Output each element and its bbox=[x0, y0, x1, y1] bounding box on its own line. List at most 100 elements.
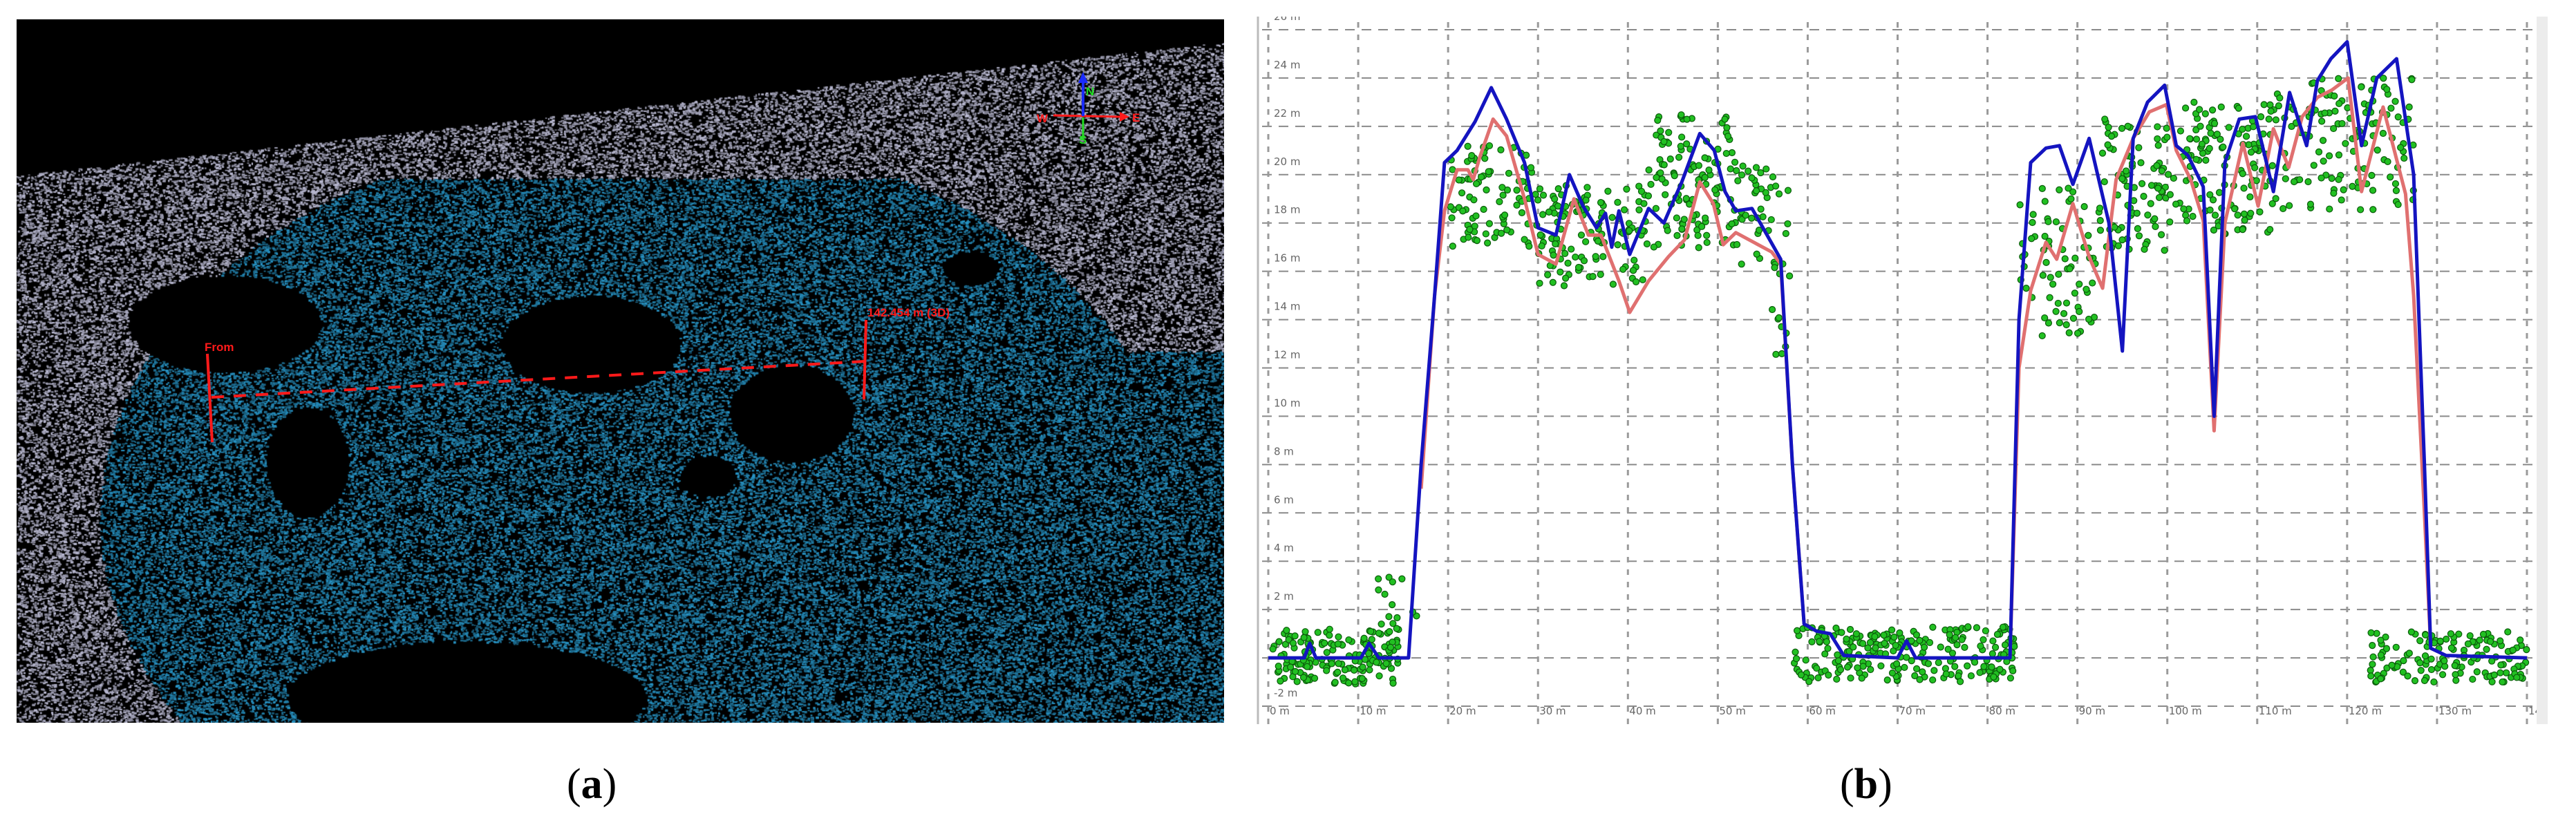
scatter-point bbox=[2041, 198, 2049, 205]
scatter-point bbox=[1852, 630, 1860, 638]
scatter-point bbox=[1277, 677, 1284, 685]
scatter-point bbox=[1458, 189, 1466, 197]
scatter-point bbox=[2388, 661, 2396, 669]
scatter-point bbox=[2215, 189, 2224, 196]
scatter-point bbox=[1626, 227, 1633, 235]
scatter-point bbox=[2029, 211, 2037, 218]
scatter-point bbox=[1498, 229, 1505, 237]
scatter-point bbox=[1896, 629, 1903, 637]
scatter-point bbox=[1398, 575, 1406, 582]
scatter-point bbox=[1351, 678, 1359, 685]
scatter-point bbox=[1802, 656, 1809, 664]
scatter-point bbox=[1843, 663, 1852, 671]
scatter-point bbox=[2192, 135, 2201, 143]
scatter-point bbox=[1341, 666, 1349, 674]
scatter-point bbox=[2272, 116, 2279, 124]
scatter-point bbox=[2163, 124, 2170, 132]
scatter-point bbox=[2154, 142, 2162, 149]
scatter-point bbox=[2335, 75, 2342, 82]
scatter-point bbox=[1792, 648, 1799, 656]
x-tick-label: 40 m bbox=[1629, 705, 1655, 717]
scatter-point bbox=[2202, 156, 2210, 164]
scatter-point bbox=[2054, 299, 2062, 307]
scatter-point bbox=[2513, 674, 2521, 681]
scatter-point bbox=[2096, 217, 2104, 225]
scatter-point bbox=[2061, 255, 2069, 263]
scatter-point bbox=[2065, 329, 2073, 337]
scatter-point bbox=[1345, 636, 1353, 644]
scatter-point bbox=[1539, 211, 1547, 218]
scatter-point bbox=[1866, 638, 1874, 646]
scatter-point bbox=[2420, 676, 2429, 685]
scatter-point bbox=[1455, 176, 1463, 184]
scatter-point bbox=[1769, 173, 1777, 181]
scatter-point bbox=[2124, 122, 2132, 130]
y-tick-label: 24 m bbox=[1274, 59, 1300, 71]
scatter-point bbox=[1745, 167, 1752, 175]
scatter-point bbox=[1513, 201, 1521, 209]
scatter-point bbox=[1673, 214, 1680, 222]
y-tick-label: 16 m bbox=[1274, 252, 1300, 265]
scatter-point bbox=[2152, 222, 2159, 230]
scatter-point bbox=[2452, 671, 2459, 679]
scatter-point bbox=[2016, 201, 2024, 209]
scatter-point bbox=[1877, 662, 1885, 670]
scatter-point bbox=[1724, 132, 1732, 140]
scatter-point bbox=[1635, 206, 1643, 214]
scatter-point bbox=[1554, 202, 1562, 210]
scatter-point bbox=[2340, 186, 2347, 193]
caption-a-letter: a bbox=[581, 761, 603, 808]
scatter-point bbox=[2397, 144, 2405, 151]
scatter-point bbox=[2052, 307, 2060, 315]
scatter-point bbox=[1623, 185, 1630, 193]
x-tick-label: 60 m bbox=[1809, 705, 1835, 717]
scatter-point bbox=[2266, 226, 2274, 234]
scatter-point bbox=[2029, 218, 2036, 227]
scatter-point bbox=[2056, 186, 2063, 193]
scatter-point bbox=[1742, 211, 1749, 219]
y-tick-label: 22 m bbox=[1274, 107, 1300, 120]
scatter-point bbox=[2279, 205, 2287, 213]
scatter-point bbox=[1386, 643, 1395, 651]
scatter-point bbox=[1389, 679, 1397, 687]
scatter-point bbox=[1805, 678, 1813, 685]
vertical-scrollbar[interactable] bbox=[2537, 17, 2548, 724]
scatter-point bbox=[2060, 310, 2068, 317]
scatter-point bbox=[1609, 281, 1617, 288]
scatter-point bbox=[1836, 666, 1845, 674]
scatter-point bbox=[2452, 676, 2460, 684]
scatter-point bbox=[2251, 164, 2259, 171]
scatter-point bbox=[2235, 104, 2242, 112]
scatter-point bbox=[2499, 678, 2506, 686]
scatter-point bbox=[2408, 76, 2416, 84]
scatter-point bbox=[2225, 124, 2232, 131]
scatter-point bbox=[2304, 178, 2312, 186]
scatter-point bbox=[2483, 645, 2490, 653]
scatter-point bbox=[2272, 195, 2279, 202]
scatter-point bbox=[1630, 256, 1638, 264]
scatter-point bbox=[1964, 662, 1971, 670]
scatter-point bbox=[1850, 643, 1857, 651]
scatter-point bbox=[1654, 116, 1662, 124]
scatter-point bbox=[1727, 165, 1734, 173]
scatter-point bbox=[2066, 265, 2074, 273]
scatter-point bbox=[1767, 216, 1775, 224]
scatter-point bbox=[1757, 169, 1765, 177]
compass-north-label: N bbox=[1086, 85, 1094, 98]
scatter-point bbox=[1564, 259, 1572, 267]
scatter-point bbox=[1892, 641, 1899, 650]
scatter-point bbox=[2038, 184, 2046, 192]
scatter-point bbox=[1389, 601, 1396, 609]
scatter-point bbox=[1468, 152, 1476, 160]
scatter-point bbox=[2147, 200, 2154, 207]
scatter-point bbox=[1334, 668, 1342, 676]
y-tick-label: 6 m bbox=[1274, 493, 1294, 506]
scatter-point bbox=[2392, 643, 2400, 651]
scatter-point bbox=[2166, 218, 2174, 226]
scatter-point bbox=[2320, 158, 2327, 165]
scatter-point bbox=[1775, 190, 1783, 198]
scatter-point bbox=[2382, 645, 2391, 652]
scatter-point bbox=[1695, 162, 1703, 169]
scatter-point bbox=[1920, 643, 1928, 651]
scatter-point bbox=[2517, 636, 2524, 644]
